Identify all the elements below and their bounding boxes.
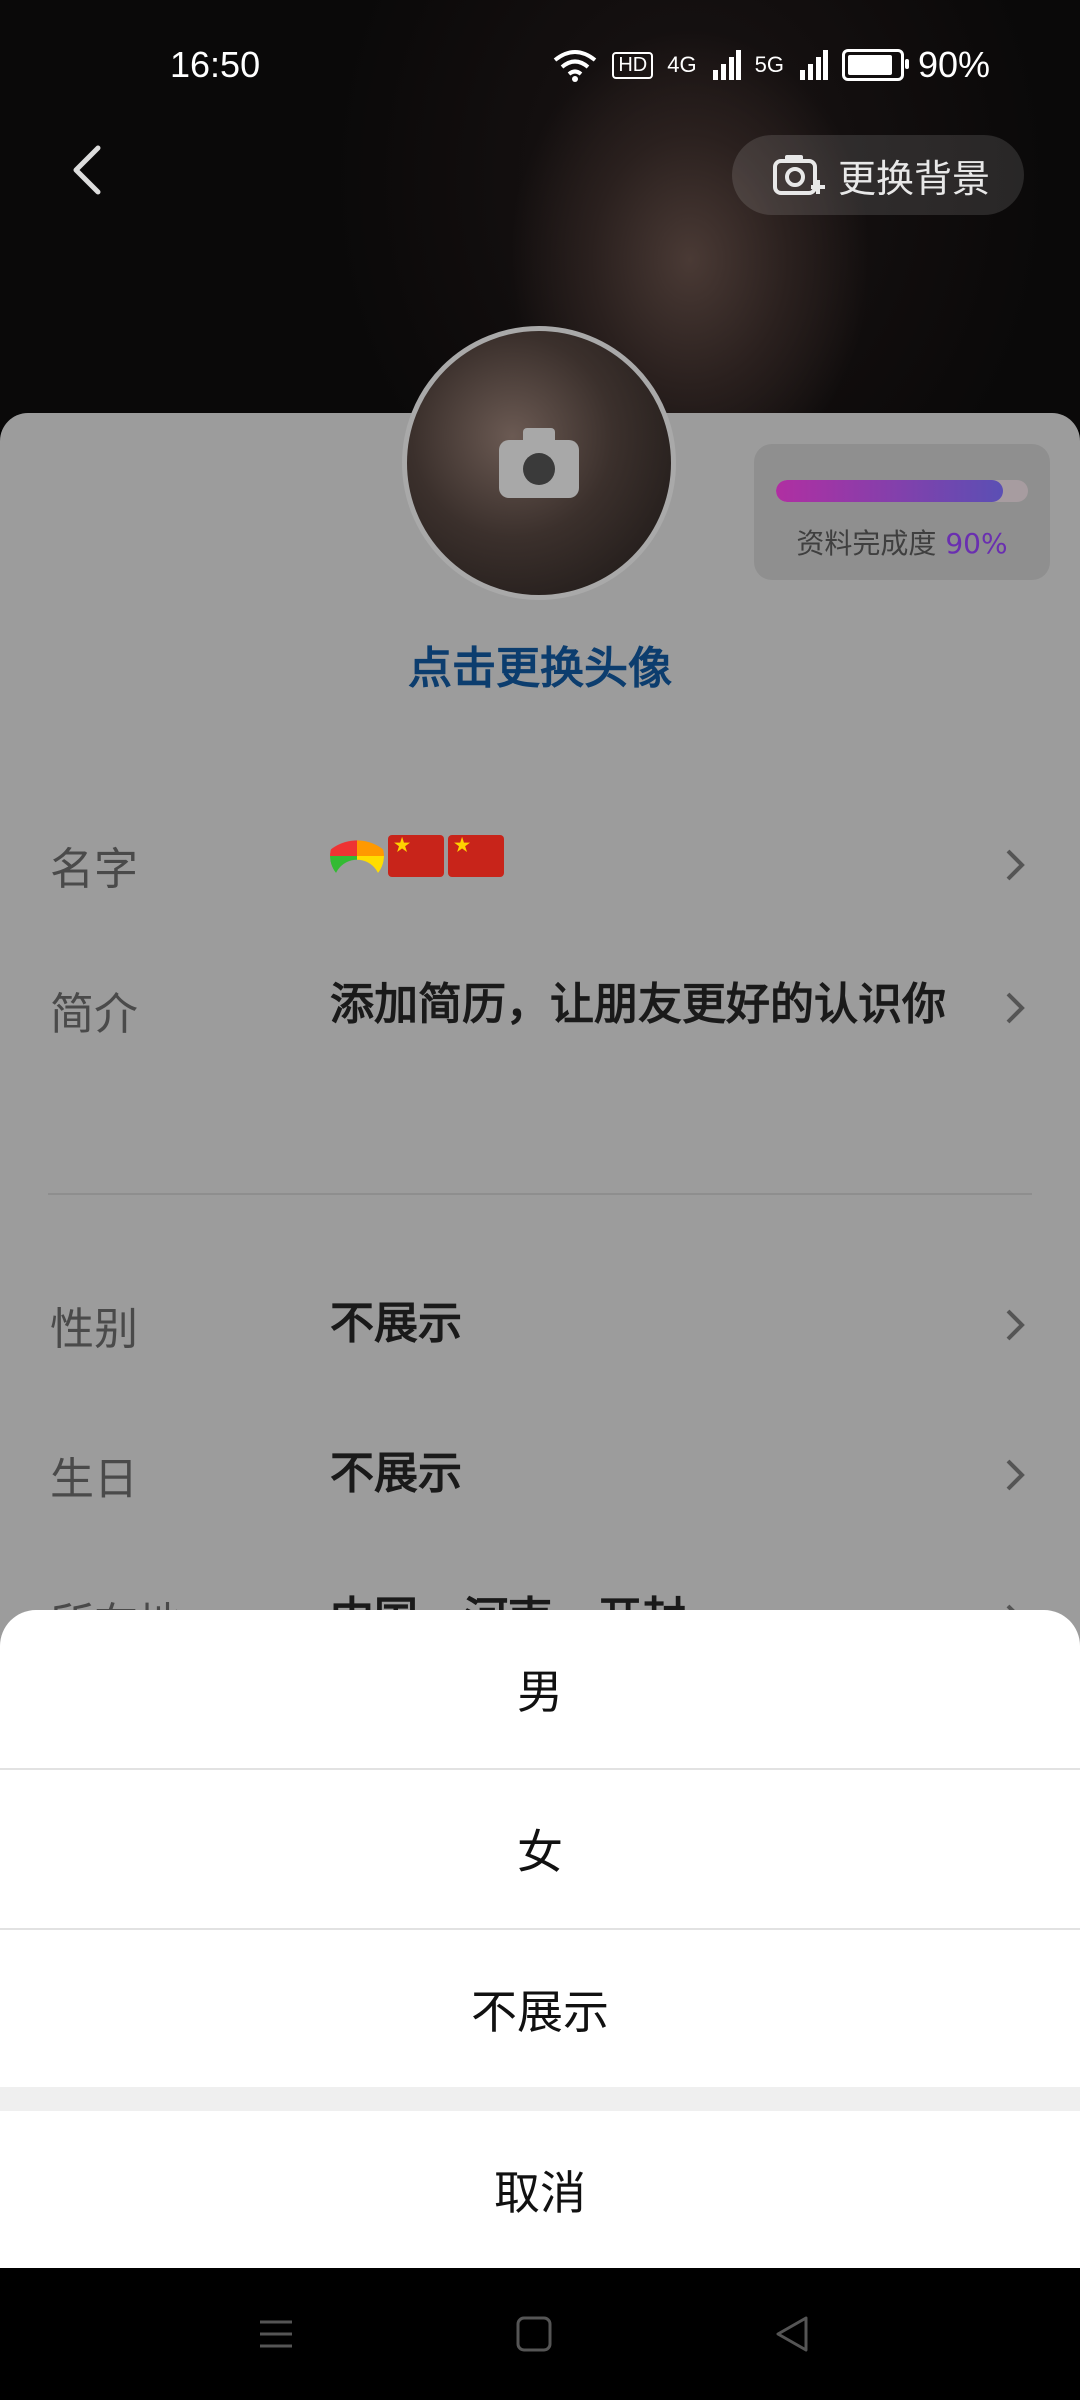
signal-icon [799, 50, 828, 80]
option-male[interactable]: 男 [0, 1610, 1080, 1768]
completion-label: 资料完成度 [796, 527, 937, 560]
battery-icon [841, 49, 909, 81]
camera-plus-icon [773, 155, 825, 195]
status-time: 16:50 [170, 44, 261, 85]
option-female[interactable]: 女 [0, 1770, 1080, 1928]
china-flag-icon [388, 835, 444, 877]
bio-label: 简介 [50, 989, 138, 1040]
signal-icon [712, 50, 741, 80]
back-triangle-icon[interactable] [772, 2314, 812, 2354]
gender-row[interactable]: 性别 不展示 [0, 1285, 1080, 1365]
chevron-right-icon [1006, 1309, 1025, 1341]
battery-percent: 90% [917, 44, 990, 85]
change-avatar-link[interactable]: 点击更换头像 [0, 632, 1080, 696]
birthday-value: 不展示 [330, 1448, 462, 1499]
network-5g-icon: 5G [754, 52, 784, 77]
completion-progress-bar [776, 480, 1028, 502]
section-divider [48, 1193, 1032, 1195]
chevron-right-icon [1006, 849, 1025, 881]
name-label: 名字 [50, 844, 138, 895]
bio-value: 添加简历，让朋友更好的认识你 [330, 979, 946, 1030]
status-icons: HD 4G 5G 90% [552, 44, 990, 86]
profile-completion-card: 资料完成度 90% [754, 444, 1050, 580]
gender-action-sheet: 男 女 不展示 取消 [0, 1610, 1080, 2268]
hd-indicator: HD [612, 51, 654, 79]
name-value [330, 829, 970, 883]
camera-icon [499, 428, 579, 498]
home-icon[interactable] [514, 2314, 554, 2354]
completion-percent: 90% [945, 527, 1008, 560]
option-hide[interactable]: 不展示 [0, 1930, 1080, 2088]
avatar[interactable] [402, 326, 676, 600]
birthday-row[interactable]: 生日 不展示 [0, 1435, 1080, 1515]
bio-row[interactable]: 简介 添加简历，让朋友更好的认识你 [0, 970, 1080, 1120]
change-background-label: 更换背景 [838, 156, 991, 201]
rainbow-emoji-icon [330, 829, 384, 883]
cancel-button[interactable]: 取消 [0, 2111, 1080, 2268]
status-bar: 16:50 HD 4G 5G 90% [0, 0, 1080, 130]
network-4g-icon: 4G [667, 52, 697, 77]
change-background-button[interactable]: 更换背景 [732, 135, 1025, 215]
menu-icon[interactable] [256, 2314, 296, 2354]
cancel-separator [0, 2087, 1080, 2111]
name-row[interactable]: 名字 [0, 825, 1080, 905]
birthday-label: 生日 [50, 1454, 138, 1505]
china-flag-icon [448, 835, 504, 877]
wifi-icon [554, 50, 597, 82]
chevron-right-icon [1006, 1459, 1025, 1491]
chevron-right-icon [1006, 992, 1025, 1024]
back-arrow-icon[interactable] [60, 140, 120, 200]
gender-label: 性别 [50, 1304, 138, 1355]
system-nav-bar [0, 2268, 1080, 2400]
gender-value: 不展示 [330, 1298, 462, 1349]
